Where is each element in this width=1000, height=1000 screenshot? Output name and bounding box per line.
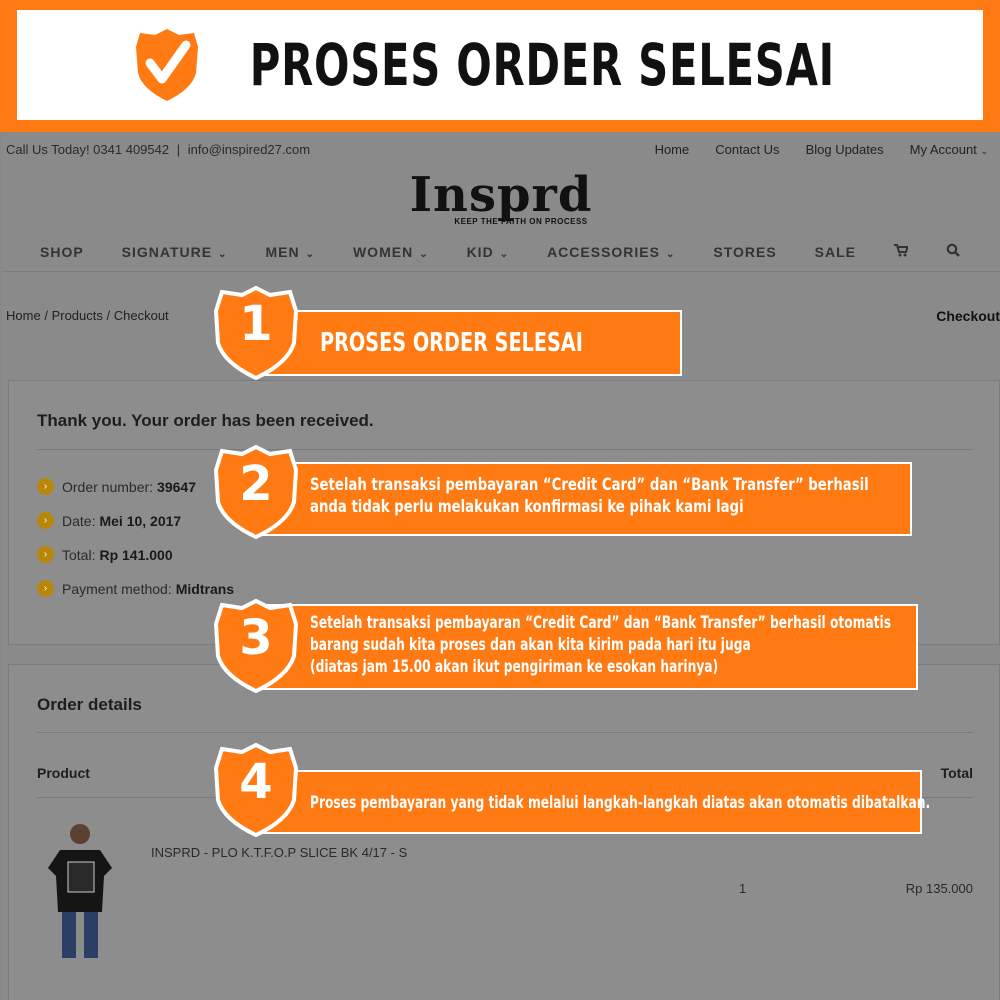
chevron-down-icon: ⌄ [218, 248, 228, 260]
breadcrumb-checkout: Checkout [113, 308, 169, 323]
nav-stores[interactable]: STORES [713, 244, 776, 260]
product-qty: 1 [739, 881, 747, 896]
chevron-right-icon: › [37, 546, 54, 563]
step-3-line-3: (diatas jam 15.00 akan ikut pengiriman k… [310, 657, 719, 677]
col-product-header: Product [37, 765, 90, 781]
top-nav-home[interactable]: Home [655, 142, 690, 157]
main-nav: SHOP SIGNATURE ⌄ MEN ⌄ WOMEN ⌄ KID ⌄ ACCESSO… [2, 232, 1000, 272]
nav-men[interactable]: MEN ⌄ [265, 244, 315, 260]
order-total-label: Total: [62, 546, 96, 563]
step-2-box: Setelah transaksi pembayaran “Credit Car… [262, 462, 912, 536]
chevron-right-icon: › [37, 580, 54, 597]
order-total-value: Rp 141.000 [99, 546, 173, 563]
top-bar: Call Us Today! 0341 409542 | info@inspir… [2, 132, 1000, 166]
order-date-row: › Date: Mei 10, 2017 [37, 512, 181, 529]
nav-signature[interactable]: SIGNATURE ⌄ [122, 244, 228, 260]
chevron-right-icon: › [37, 478, 54, 495]
nav-signature-label: SIGNATURE [121, 243, 213, 260]
order-details-heading: Order details [37, 695, 142, 714]
product-line-total: Rp 135.000 [905, 881, 973, 896]
product-name[interactable]: INSPRD - PLO K.T.F.O.P SLICE BK 4/17 - S [151, 845, 407, 860]
step-3-line-1: Setelah transaksi pembayaran “Credit Car… [310, 613, 892, 633]
order-date-label: Date: [62, 512, 96, 529]
step-4-box: Proses pembayaran yang tidak melalui lan… [262, 770, 931, 834]
step-3-box: Setelah transaksi pembayaran “Credit Car… [262, 604, 918, 690]
nav-women[interactable]: WOMEN ⌄ [353, 244, 429, 260]
check-shield-icon [135, 29, 198, 101]
banner-panel: PROSES ORDER SELESAI [17, 10, 983, 120]
col-total-header: Total [940, 765, 973, 781]
chevron-down-icon: ⌄ [419, 248, 429, 260]
step-1-text: PROSES ORDER SELESAI [320, 328, 583, 358]
payment-method-row: › Payment method: Midtrans [37, 580, 234, 597]
step-4-number: 4 [239, 754, 273, 810]
order-date-value: Mei 10, 2017 [99, 512, 182, 529]
cart-icon[interactable] [893, 243, 909, 260]
email-link[interactable]: info@inspired27.com [188, 142, 310, 157]
step-2-line-2: anda tidak perlu melakukan konfirmasi ke… [310, 497, 744, 517]
nav-men-label: MEN [265, 243, 300, 260]
nav-women-label: WOMEN [352, 243, 414, 260]
top-nav: Home Contact Us Blog Updates My Account … [655, 142, 988, 157]
top-nav-contact[interactable]: Contact Us [715, 142, 779, 157]
breadcrumb-home[interactable]: Home [6, 308, 41, 323]
banner-title: PROSES ORDER SELESAI [249, 31, 835, 99]
product-thumbnail[interactable] [42, 822, 118, 962]
order-number-label: Order number: [62, 478, 154, 495]
search-icon[interactable] [946, 243, 960, 260]
page-title: Checkout [936, 308, 1000, 324]
chevron-down-icon: ⌄ [305, 248, 315, 260]
order-total-row: › Total: Rp 141.000 [37, 546, 173, 563]
step-1-box: PROSES ORDER SELESAI [262, 310, 682, 376]
nav-shop[interactable]: SHOP [40, 244, 84, 260]
logo-text: Insprd [409, 166, 593, 223]
step-4-line-1: Proses pembayaran yang tidak melalui lan… [310, 793, 931, 813]
divider [37, 449, 973, 450]
top-nav-account[interactable]: My Account ⌄ [910, 142, 988, 157]
phone-text: Call Us Today! 0341 409542 [6, 141, 170, 157]
step-3-number: 3 [239, 610, 273, 666]
chevron-down-icon: ⌄ [665, 248, 676, 260]
order-number-value: 39647 [157, 478, 196, 495]
step-2-number: 2 [239, 456, 273, 512]
site-logo[interactable]: Insprd KEEP THE FAITH ON PROCESS [2, 166, 1000, 232]
nav-kid-label: KID [466, 243, 494, 260]
top-nav-blog[interactable]: Blog Updates [806, 142, 884, 157]
nav-accessories-label: ACCESSORIES [547, 243, 660, 260]
breadcrumb-sep: / [44, 308, 48, 323]
breadcrumb: Home / Products / Checkout [6, 308, 169, 323]
separator: | [176, 141, 181, 157]
chevron-right-icon: › [37, 512, 54, 529]
top-nav-account-label: My Account [909, 141, 977, 157]
logo-tagline: KEEP THE FAITH ON PROCESS [454, 216, 588, 226]
step-2-line-1: Setelah transaksi pembayaran “Credit Car… [310, 475, 869, 495]
nav-kid[interactable]: KID ⌄ [467, 244, 510, 260]
payment-method-label: Payment method: [62, 580, 172, 597]
chevron-down-icon: ⌄ [980, 145, 988, 156]
order-received-heading: Thank you. Your order has been received. [37, 411, 374, 430]
divider [37, 732, 973, 733]
step-1-number: 1 [239, 296, 273, 352]
step-3-line-2: barang sudah kita proses dan akan kita k… [310, 635, 751, 655]
website-screenshot: Call Us Today! 0341 409542 | info@inspir… [2, 132, 1000, 1000]
order-number-row: › Order number: 39647 [37, 478, 196, 495]
chevron-down-icon: ⌄ [499, 248, 510, 260]
breadcrumb-products[interactable]: Products [52, 308, 103, 323]
payment-method-value: Midtrans [175, 580, 235, 597]
header-banner: PROSES ORDER SELESAI [0, 0, 1000, 132]
breadcrumb-sep: / [106, 308, 111, 323]
nav-accessories[interactable]: ACCESSORIES ⌄ [547, 244, 675, 260]
nav-sale[interactable]: SALE [815, 244, 856, 260]
